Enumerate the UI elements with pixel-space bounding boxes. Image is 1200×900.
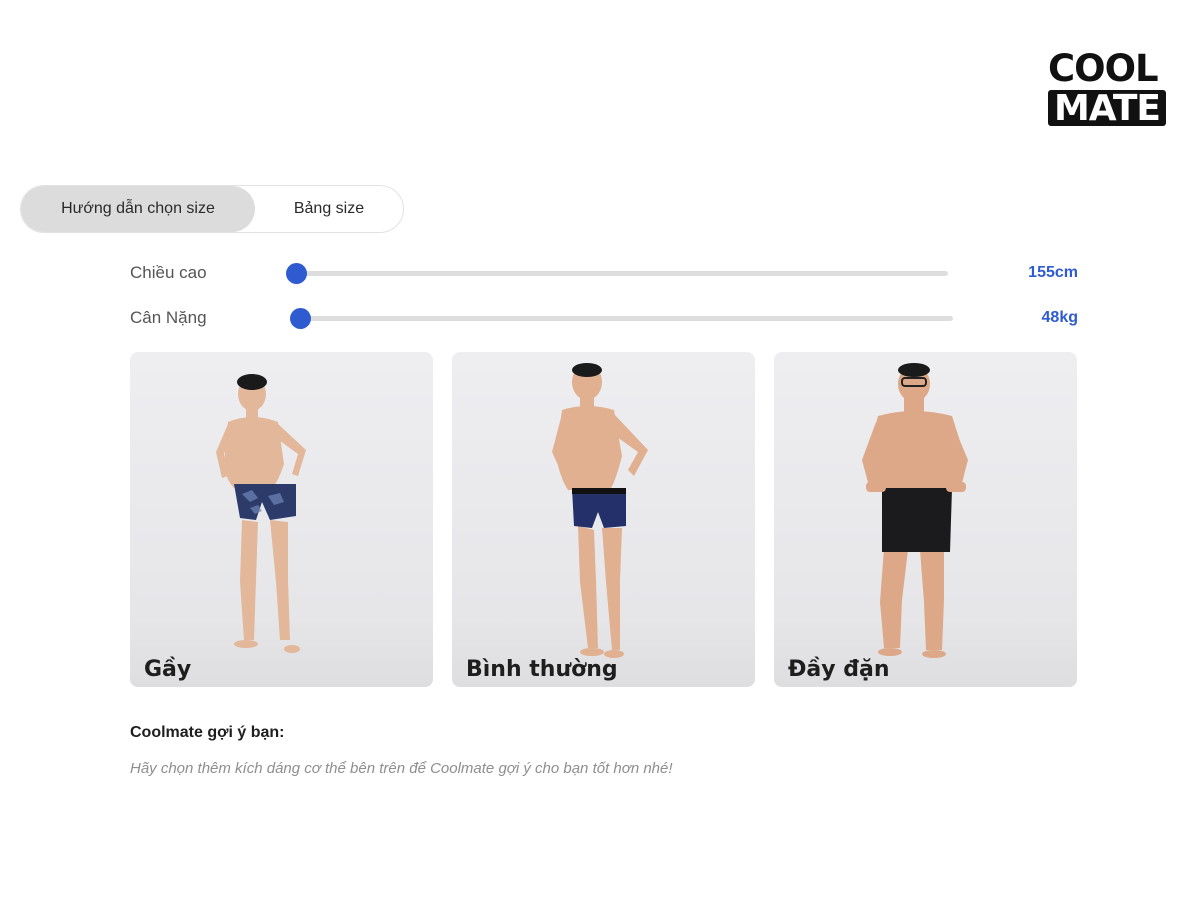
logo-text-bottom: MATE <box>1048 90 1166 128</box>
body-type-card-slim[interactable]: Gầy <box>130 352 433 687</box>
height-slider-thumb[interactable] <box>286 263 307 284</box>
weight-slider-row: Cân Nặng 48kg <box>130 306 1078 330</box>
height-slider-track[interactable] <box>288 271 948 276</box>
body-type-label: Đầy đặn <box>788 657 890 682</box>
body-type-card-normal[interactable]: Bình thường <box>452 352 755 687</box>
weight-label: Cân Nặng <box>130 308 207 327</box>
body-type-label: Gầy <box>144 657 192 682</box>
height-label: Chiều cao <box>130 263 207 282</box>
weight-value: 48kg <box>1041 309 1078 326</box>
suggestion-title: Coolmate gợi ý bạn: <box>130 724 285 741</box>
tab-size-table[interactable]: Bảng size <box>255 186 403 232</box>
coolmate-logo[interactable]: COOL MATE <box>1048 50 1172 130</box>
chubby-model-photo <box>862 363 968 658</box>
weight-slider-track[interactable] <box>292 316 953 321</box>
size-guide-page: COOL MATE Hướng dẫn chọn size Bảng size … <box>0 0 1200 900</box>
slim-model-photo <box>216 374 306 653</box>
height-value: 155cm <box>1028 264 1078 281</box>
logo-text-top: COOL <box>1048 47 1159 90</box>
normal-model-photo <box>552 363 648 658</box>
body-type-label: Bình thường <box>466 657 618 682</box>
height-slider-row: Chiều cao 155cm <box>130 261 1078 285</box>
tab-size-guide[interactable]: Hướng dẫn chọn size <box>21 186 255 232</box>
size-tabs: Hướng dẫn chọn size Bảng size <box>20 185 404 233</box>
weight-slider-thumb[interactable] <box>290 308 311 329</box>
body-type-card-chubby[interactable]: Đầy đặn <box>774 352 1077 687</box>
suggestion-text: Hãy chọn thêm kích dáng cơ thể bên trên … <box>130 760 673 777</box>
